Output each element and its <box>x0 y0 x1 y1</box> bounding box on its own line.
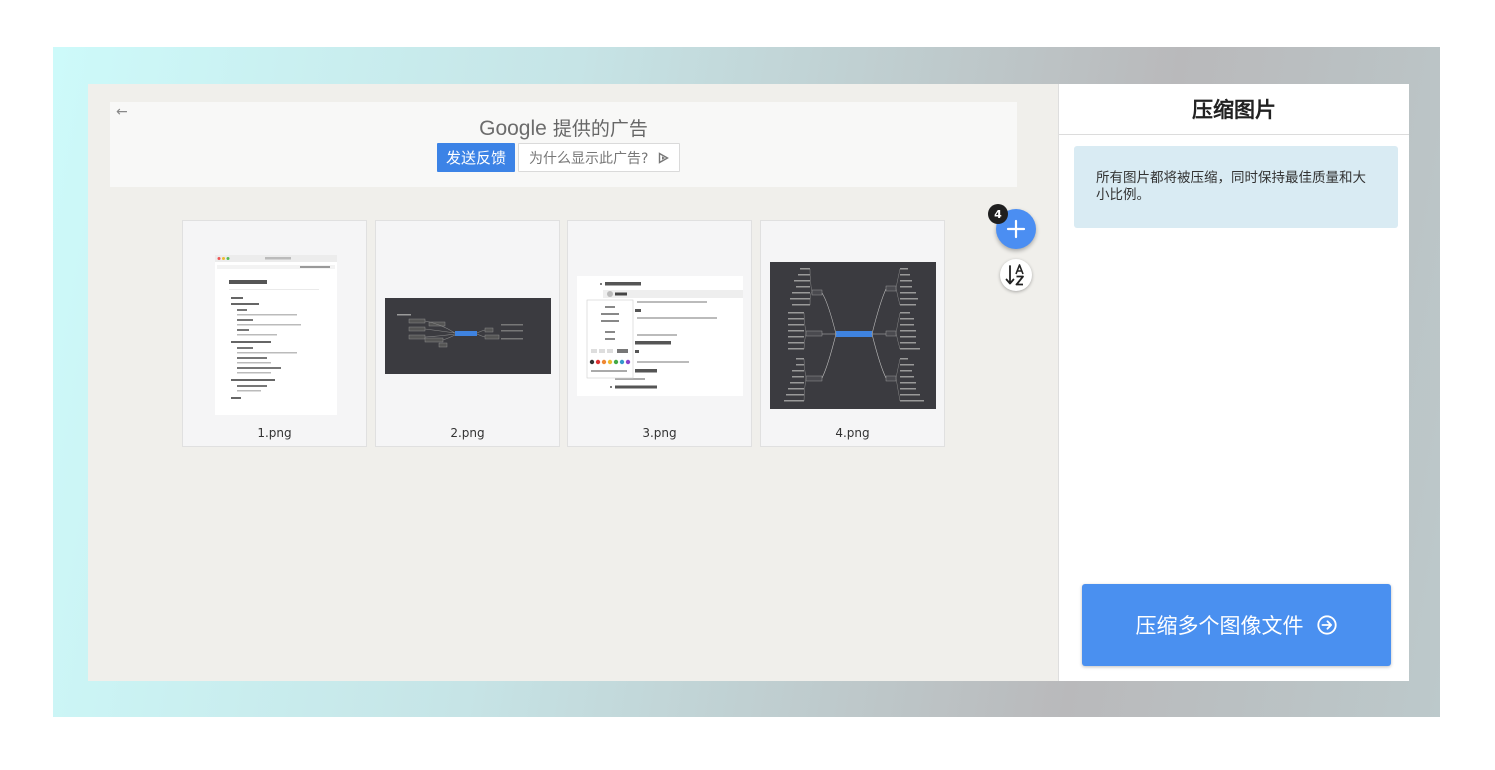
file-thumbnail <box>577 276 743 396</box>
ad-title-suffix: 提供的广告 <box>552 118 648 140</box>
why-this-ad-button[interactable]: 为什么显示此广告? <box>518 143 681 172</box>
compress-button-label: 压缩多个图像文件 <box>1135 614 1304 638</box>
sort-files-button[interactable] <box>1000 259 1032 291</box>
compress-button[interactable]: 压缩多个图像文件 <box>1082 584 1391 666</box>
file-name: 2.png <box>450 426 485 440</box>
info-box: 所有图片都将被压缩，同时保持最佳质量和大小比例。 <box>1074 146 1398 228</box>
sidebar: 压缩图片 所有图片都将被压缩，同时保持最佳质量和大小比例。 压缩多个图像文件 <box>1058 84 1409 681</box>
ad-title: Google 提供的广告 <box>110 114 1017 141</box>
arrow-right-circle-icon <box>1316 615 1337 635</box>
file-name: 4.png <box>835 426 870 440</box>
workspace: ← Google 提供的广告 发送反馈 为什么显示此广告? 1.png 2.pn… <box>88 84 1058 681</box>
file-thumbnail <box>385 298 551 374</box>
adchoices-icon <box>659 151 670 164</box>
file-name: 3.png <box>642 426 677 440</box>
file-card[interactable]: 3.png <box>567 220 752 447</box>
ad-buttons: 发送反馈 为什么显示此广告? <box>437 143 681 172</box>
ad-banner: ← Google 提供的广告 发送反馈 为什么显示此广告? <box>110 102 1017 187</box>
why-this-ad-label: 为什么显示此广告? <box>529 150 649 167</box>
sidebar-header: 压缩图片 <box>1059 84 1409 135</box>
send-feedback-button[interactable]: 发送反馈 <box>437 143 516 172</box>
ad-brand: Google <box>479 117 547 140</box>
file-thumbnail <box>770 262 936 409</box>
file-count-badge: 4 <box>988 204 1008 224</box>
file-thumbnail <box>215 255 337 415</box>
plus-icon <box>1006 219 1026 239</box>
sidebar-title: 压缩图片 <box>1192 98 1276 122</box>
file-card[interactable]: 2.png <box>375 220 560 447</box>
app-window: ← Google 提供的广告 发送反馈 为什么显示此广告? 1.png 2.pn… <box>88 84 1409 681</box>
file-card[interactable]: 1.png <box>182 220 367 447</box>
sort-alpha-icon <box>1005 264 1024 286</box>
file-card[interactable]: 4.png <box>760 220 945 447</box>
file-name: 1.png <box>257 426 292 440</box>
